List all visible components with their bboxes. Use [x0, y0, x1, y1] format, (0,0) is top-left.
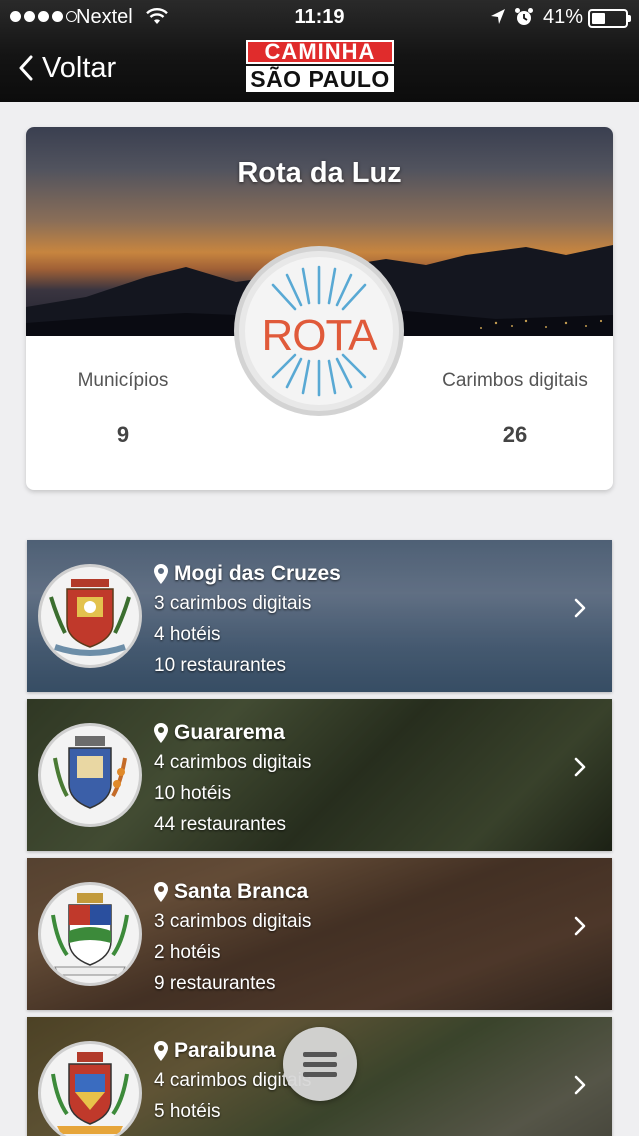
logo-line-1: CAMINHA — [246, 40, 394, 64]
municipios-value: 9 — [116, 422, 130, 447]
city-info: Mogi das Cruzes 3 carimbos digitais 4 ho… — [154, 560, 341, 681]
city-hotels: 10 hotéis — [154, 783, 232, 804]
back-button[interactable]: Voltar — [18, 48, 116, 88]
carimbos-label: Carimbos digitais — [442, 370, 588, 391]
carimbos-stat: Carimbos digitais 26 — [415, 370, 613, 448]
municipios-stat: Municípios 9 — [26, 370, 223, 448]
route-emblem-logo: ROTA — [234, 246, 404, 416]
status-bar: Nextel 11:19 41% — [0, 0, 639, 36]
city-coat-of-arms-icon — [38, 1041, 142, 1136]
city-stamps: 4 carimbos digitais — [154, 752, 312, 773]
city-item-guararema[interactable]: Guararema 4 carimbos digitais 10 hotéis … — [27, 699, 612, 851]
route-title: Rota da Luz — [237, 157, 402, 189]
city-restaurants: 44 restaurantes — [154, 814, 287, 835]
city-stamps: 3 carimbos digitais — [154, 911, 312, 932]
app-header: Nextel 11:19 41% Voltar CAMINHA SÃO PAUL… — [0, 0, 639, 102]
menu-fab-button[interactable] — [283, 1027, 357, 1101]
city-info: Santa Branca 3 carimbos digitais 2 hotéi… — [154, 878, 311, 999]
map-pin-icon — [154, 882, 168, 902]
chevron-left-icon — [19, 55, 33, 81]
city-item-santa-branca[interactable]: Santa Branca 3 carimbos digitais 2 hotéi… — [27, 858, 612, 1010]
city-hotels: 5 hotéis — [154, 1101, 221, 1122]
battery-icon — [588, 9, 631, 28]
route-emblem-text: ROTA — [261, 311, 378, 360]
chevron-right-icon — [574, 1075, 586, 1095]
route-summary-card: Rota da Luz ROTA Municípios 9 Carimbos d… — [26, 127, 613, 490]
city-coat-of-arms-icon — [38, 723, 142, 827]
chevron-right-icon — [574, 598, 586, 618]
city-info: Guararema 4 carimbos digitais 10 hotéis … — [154, 719, 311, 840]
city-name: Guararema — [174, 721, 285, 744]
city-restaurants: 9 restaurantes — [154, 973, 276, 994]
city-name: Paraibuna — [174, 1039, 276, 1062]
battery-fill — [592, 13, 605, 24]
logo-line-2: SÃO PAULO — [246, 66, 394, 92]
location-arrow-icon — [490, 8, 506, 32]
carimbos-value: 26 — [502, 422, 528, 447]
battery-percent: 41% — [543, 6, 584, 28]
chevron-right-icon — [574, 757, 586, 777]
city-restaurants: 10 restaurantes — [154, 655, 287, 676]
municipios-label: Municípios — [77, 370, 169, 391]
city-hotels: 2 hotéis — [154, 942, 221, 963]
city-item-mogi-das-cruzes[interactable]: Mogi das Cruzes 3 carimbos digitais 4 ho… — [27, 540, 612, 692]
map-pin-icon — [154, 1041, 168, 1061]
map-pin-icon — [154, 564, 168, 584]
city-hotels: 4 hotéis — [154, 624, 221, 645]
chevron-right-icon — [574, 916, 586, 936]
map-pin-icon — [154, 723, 168, 743]
city-coat-of-arms-icon — [38, 882, 142, 986]
city-name: Mogi das Cruzes — [174, 562, 341, 585]
alarm-clock-icon — [514, 7, 534, 33]
city-stamps: 3 carimbos digitais — [154, 593, 312, 614]
city-coat-of-arms-icon — [38, 564, 142, 668]
city-name: Santa Branca — [174, 880, 309, 903]
back-label: Voltar — [42, 51, 117, 84]
app-logo: CAMINHA SÃO PAULO — [246, 40, 394, 92]
